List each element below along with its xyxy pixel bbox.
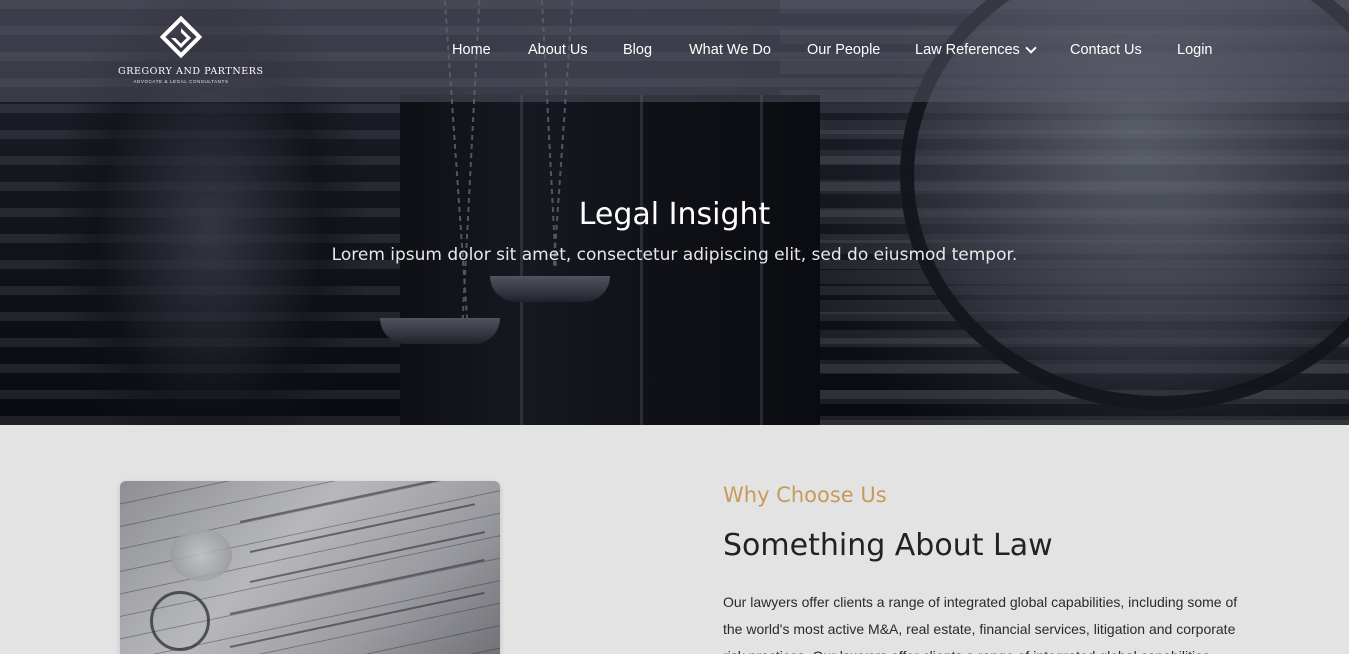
brand-tagline: ADVOCATE & LEGAL CONSULTANTS xyxy=(133,79,229,84)
hero-subtitle: Lorem ipsum dolor sit amet, consectetur … xyxy=(331,245,1018,265)
section-title: Something About Law xyxy=(723,528,1053,563)
brand-name: GREGORY AND PARTNERS xyxy=(118,66,264,77)
brand-logo[interactable]: GREGORY AND PARTNERS ADVOCATE & LEGAL CO… xyxy=(118,15,264,88)
nav-law-references[interactable]: Law References xyxy=(915,41,1037,58)
nav-our-people[interactable]: Our People xyxy=(807,42,880,58)
nav-login[interactable]: Login xyxy=(1177,42,1212,58)
section-body: Our lawyers offer clients a range of int… xyxy=(723,594,1238,654)
nav-home[interactable]: Home xyxy=(452,42,491,58)
nav-blog[interactable]: Blog xyxy=(623,42,652,58)
top-navbar: GREGORY AND PARTNERS ADVOCATE & LEGAL CO… xyxy=(0,0,1349,102)
chevron-down-icon xyxy=(1025,41,1037,54)
section-kicker: Why Choose Us xyxy=(723,483,887,507)
diamond-g-logo-icon xyxy=(159,15,203,62)
postage-stamp-image xyxy=(150,591,210,651)
nav-what-we-do[interactable]: What We Do xyxy=(689,42,771,58)
hero-banner: GREGORY AND PARTNERS ADVOCATE & LEGAL CO… xyxy=(0,0,1349,425)
nav-contact-us[interactable]: Contact Us xyxy=(1070,42,1142,58)
hero-title: Legal Insight xyxy=(578,197,771,232)
wax-seal-image xyxy=(170,529,232,581)
legal-document-photo xyxy=(120,481,500,654)
nav-about-us[interactable]: About Us xyxy=(528,42,588,58)
